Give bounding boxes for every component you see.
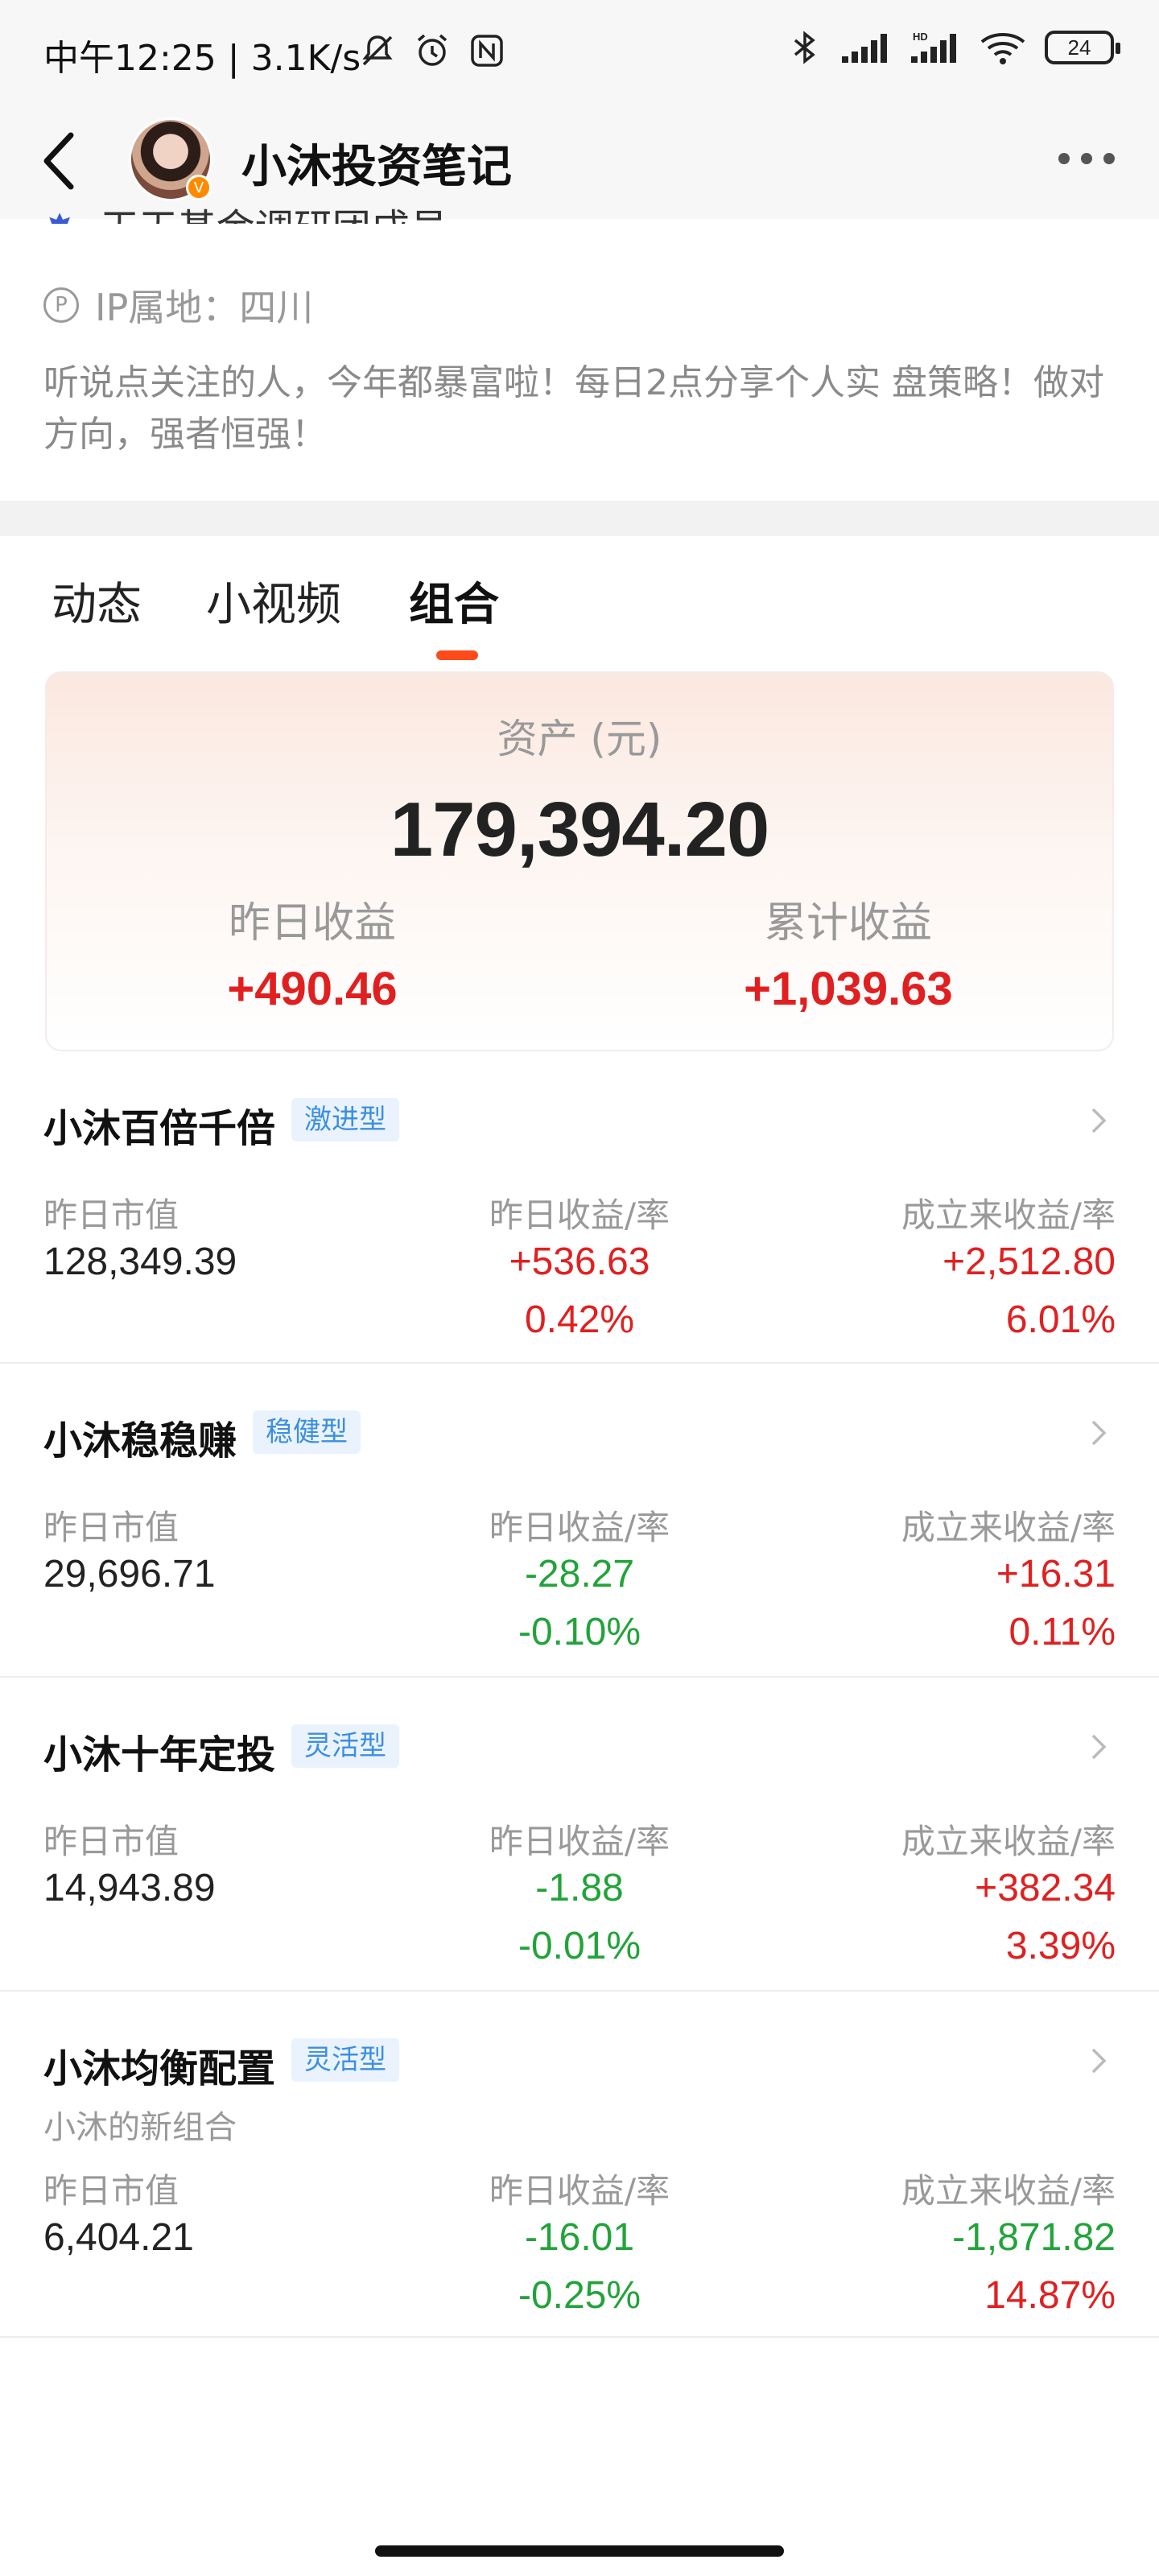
cumulative-earnings-value: +1,039.63	[744, 963, 953, 1015]
since-inception-rate: 3.39%	[1005, 1925, 1116, 1967]
svg-text:HD: HD	[913, 31, 928, 43]
asset-label: 资产 (元)	[497, 716, 662, 762]
yesterday-return-label: 昨日收益/率	[489, 2171, 670, 2211]
market-value: 128,349.39	[43, 1241, 237, 1283]
signal-hd-icon: HD	[911, 31, 956, 63]
yesterday-return-label: 昨日收益/率	[489, 1508, 670, 1547]
market-value: 14,943.89	[43, 1867, 216, 1909]
yesterday-earnings-value: +490.46	[227, 963, 398, 1015]
since-inception-label: 成立来收益/率	[901, 2171, 1116, 2211]
since-inception-amount: +2,512.80	[942, 1241, 1116, 1283]
more-options-icon[interactable]	[1053, 147, 1120, 171]
wifi-icon	[980, 33, 1025, 64]
signal-icon	[842, 34, 887, 63]
page-title: 小沐投资笔记	[241, 141, 512, 193]
status-time: 中午12:25 | 3.1K/s	[43, 38, 361, 79]
mute-bell-icon	[362, 35, 393, 66]
status-right: HD 24	[787, 29, 1120, 66]
portfolio-name: 小沐稳稳赚	[43, 1418, 237, 1463]
portfolio-name: 小沐均衡配置	[43, 2046, 276, 2091]
since-inception-label: 成立来收益/率	[901, 1195, 1116, 1235]
battery-level: 24	[1067, 35, 1091, 60]
market-value: 6,404.21	[43, 2216, 194, 2259]
chevron-right-icon[interactable]	[1082, 2045, 1114, 2077]
market-value-label: 昨日市值	[43, 1822, 179, 1861]
chevron-right-icon[interactable]	[1082, 1104, 1114, 1137]
top-bar: V 小沐投资笔记	[0, 103, 1159, 219]
badge-text: 天天基金调研团成员	[101, 206, 448, 224]
since-inception-rate: 6.01%	[1005, 1298, 1116, 1341]
yesterday-return-label: 昨日收益/率	[489, 1822, 670, 1861]
cumulative-earnings-label: 累计收益	[764, 899, 932, 947]
tab-bar: 动态 小视频 组合	[0, 536, 1159, 673]
market-value: 29,696.71	[43, 1553, 216, 1596]
portfolio-name: 小沐十年定投	[43, 1732, 276, 1777]
portfolio-card[interactable]: 小沐均衡配置 灵活型 小沐的新组合 昨日市值 昨日收益/率 成立来收益/率 6,…	[0, 1992, 1159, 2338]
portfolio-risk-tag: 灵活型	[291, 1724, 399, 1768]
bluetooth-icon	[794, 31, 815, 64]
yesterday-rate: 0.42%	[524, 1298, 635, 1341]
portfolio-card[interactable]: 小沐十年定投 灵活型 昨日市值 昨日收益/率 成立来收益/率 14,943.89…	[0, 1678, 1159, 1992]
chevron-right-icon[interactable]	[1082, 1731, 1114, 1763]
yesterday-rate: -0.25%	[518, 2274, 641, 2317]
cumulative-earnings: 累计收益 +1,039.63	[647, 889, 1050, 1016]
ip-location-row: P IP属地：四川	[43, 279, 313, 332]
market-value-label: 昨日市值	[43, 1508, 179, 1547]
back-arrow-icon[interactable]	[35, 127, 92, 195]
nfc-icon	[471, 35, 503, 67]
battery-indicator: 24	[1045, 31, 1120, 64]
since-inception-amount: +16.31	[996, 1553, 1116, 1596]
since-inception-amount: +382.34	[975, 1867, 1116, 1909]
medal-icon: ✸	[43, 206, 76, 224]
active-tab-indicator	[436, 650, 478, 660]
asset-value: 179,394.20	[390, 786, 769, 873]
since-inception-rate: 0.11%	[1008, 1611, 1116, 1653]
alarm-icon	[417, 34, 448, 66]
portfolio-risk-tag: 激进型	[291, 1098, 399, 1141]
chevron-right-icon[interactable]	[1082, 1417, 1114, 1449]
yesterday-rate: -0.01%	[518, 1925, 641, 1967]
tab-dynamics[interactable]: 动态	[52, 568, 142, 634]
verified-badge: V	[186, 175, 212, 200]
since-inception-label: 成立来收益/率	[901, 1822, 1116, 1861]
ip-location-text: IP属地：四川	[95, 286, 314, 329]
market-value-label: 昨日市值	[43, 2171, 179, 2211]
yesterday-amount: +536.63	[509, 1241, 650, 1283]
asset-summary-card: 资产 (元) 179,394.20 昨日收益 +490.46 累计收益 +1,0…	[45, 671, 1114, 1051]
portfolio-risk-tag: 稳健型	[253, 1410, 361, 1454]
yesterday-return-label: 昨日收益/率	[489, 1195, 670, 1235]
yesterday-amount: -16.01	[524, 2216, 635, 2259]
portfolio-subtitle: 小沐的新组合	[43, 2109, 237, 2146]
portfolio-name: 小沐百倍千倍	[43, 1106, 276, 1151]
tab-portfolios[interactable]: 组合	[409, 568, 499, 634]
avatar[interactable]: V	[129, 118, 212, 201]
tab-short-videos[interactable]: 小视频	[206, 568, 341, 634]
since-inception-rate: 14.87%	[984, 2274, 1116, 2317]
yesterday-earnings-label: 昨日收益	[228, 899, 396, 947]
yesterday-amount: -1.88	[535, 1867, 624, 1909]
portfolio-card[interactable]: 小沐百倍千倍 激进型 昨日市值 昨日收益/率 成立来收益/率 128,349.3…	[0, 1051, 1159, 1364]
since-inception-label: 成立来收益/率	[901, 1508, 1116, 1547]
portfolio-card[interactable]: 小沐稳稳赚 稳健型 昨日市值 昨日收益/率 成立来收益/率 29,696.71 …	[0, 1364, 1159, 1678]
location-pin-icon: P	[43, 287, 79, 323]
yesterday-earnings: 昨日收益 +490.46	[111, 889, 514, 1016]
home-indicator[interactable]	[375, 2545, 784, 2557]
market-value-label: 昨日市值	[43, 1195, 179, 1235]
section-divider	[0, 501, 1159, 536]
profile-badge-line: ✸ 天天基金调研团成员	[43, 206, 448, 224]
portfolio-risk-tag: 灵活型	[291, 2038, 399, 2082]
yesterday-amount: -28.27	[524, 1553, 635, 1596]
profile-bio: 听说点关注的人，今年都暴富啦！每日2点分享个人实 盘策略！做对方向，强者恒强！	[43, 362, 1104, 455]
since-inception-amount: -1,871.82	[952, 2216, 1116, 2259]
status-bar: 中午12:25 | 3.1K/s HD 24	[0, 0, 1159, 103]
yesterday-rate: -0.10%	[518, 1611, 641, 1653]
